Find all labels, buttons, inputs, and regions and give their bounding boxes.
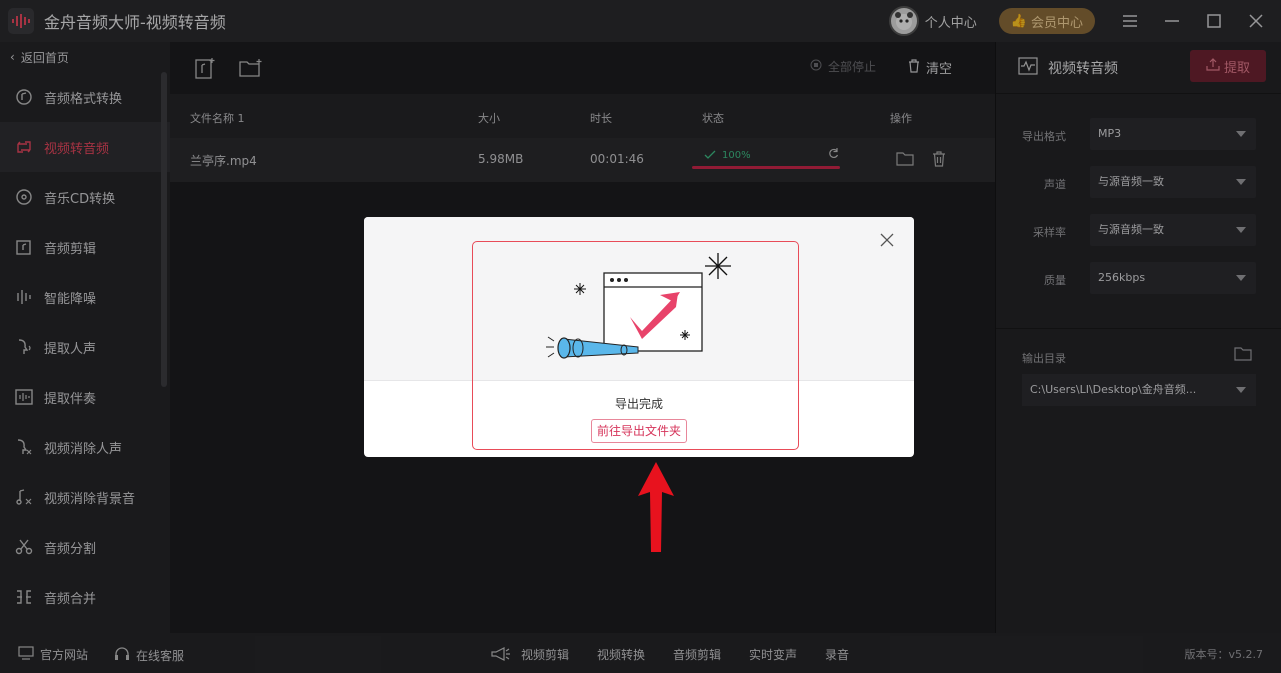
dialog-close-icon[interactable]: [880, 233, 896, 249]
highlight-annotation: [472, 241, 799, 450]
arrow-up-icon: [638, 462, 674, 552]
